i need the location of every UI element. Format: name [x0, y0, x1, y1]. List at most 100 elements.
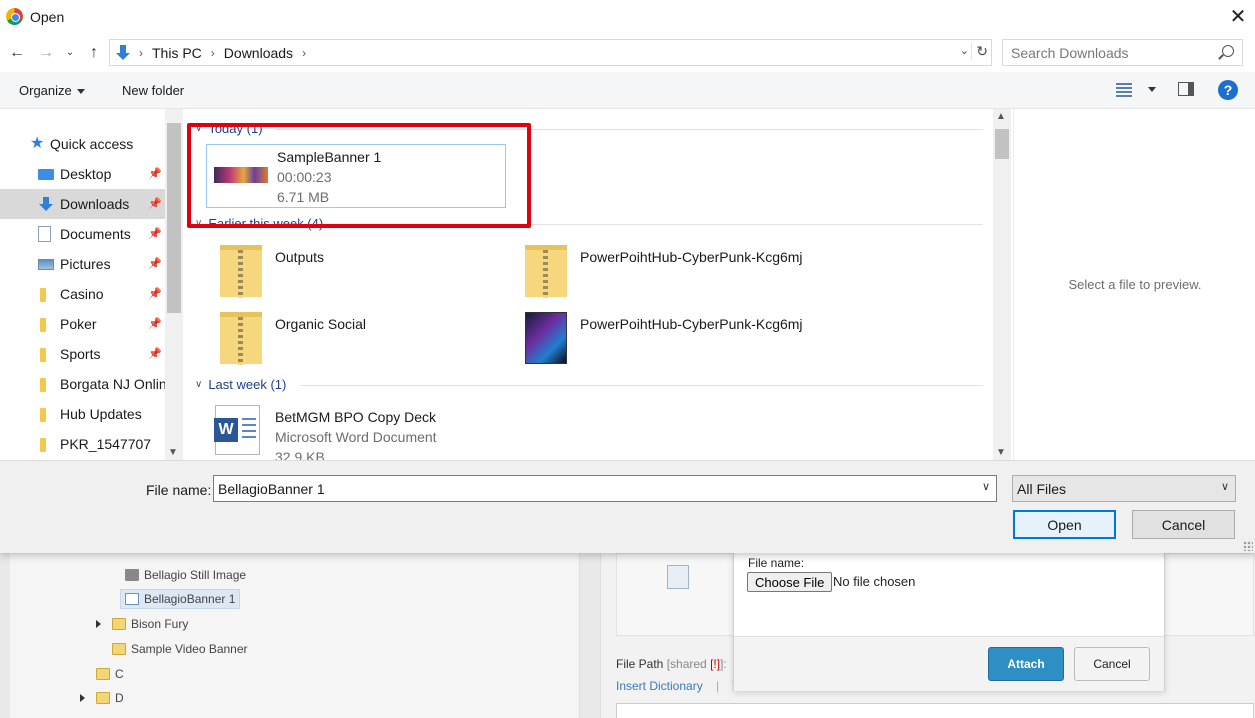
breadcrumb-separator-icon[interactable]: ›	[302, 46, 306, 60]
expand-arrow-icon[interactable]	[80, 694, 85, 702]
scrollbar-thumb[interactable]	[167, 123, 181, 313]
nav-item-pkr[interactable]: PKR_1547707	[0, 429, 165, 459]
tree-item-label: BellagioBanner 1	[144, 592, 236, 606]
pin-icon: 📌	[148, 318, 162, 330]
nav-item-desktop[interactable]: Desktop 📌	[0, 159, 165, 189]
nav-item-label: Desktop	[60, 166, 112, 182]
tree-item-label: Sample Video Banner	[131, 642, 248, 656]
chevron-down-icon: ∨	[1220, 481, 1229, 493]
breadcrumb-separator-icon[interactable]: ›	[139, 46, 143, 60]
folder-icon	[40, 438, 46, 452]
scroll-up-icon[interactable]: ▲	[996, 111, 1006, 122]
search-icon[interactable]	[1222, 45, 1234, 57]
nav-item-pictures[interactable]: Pictures 📌	[0, 249, 165, 279]
nav-item-hub-updates[interactable]: Hub Updates	[0, 399, 165, 429]
file-list-scrollbar[interactable]: ▲ ▼	[993, 109, 1011, 460]
nav-item-label: Quick access	[50, 136, 134, 152]
nav-item-downloads[interactable]: Downloads 📌	[0, 189, 165, 219]
folder-tile-cyberpunk[interactable]: PowerPoihtHub-CyberPunk-Kcg6mj	[510, 312, 810, 376]
group-header-today[interactable]: ∨ Today (1)	[195, 121, 263, 136]
file-name-combobox[interactable]: ∨	[213, 475, 997, 502]
download-icon	[116, 44, 130, 61]
tree-item-label: Bellagio Still Image	[144, 568, 247, 582]
new-folder-button[interactable]: New folder	[122, 83, 184, 98]
help-icon[interactable]: ?	[1218, 80, 1238, 100]
folder-tile-cyberpunk-zip[interactable]: PowerPoihtHub-CyberPunk-Kcg6mj	[510, 245, 810, 309]
nav-item-sports[interactable]: Sports 📌	[0, 339, 165, 369]
tree-item-label: Bison Fury	[131, 617, 189, 631]
choose-file-button[interactable]: Choose File	[747, 572, 833, 592]
folder-tile-outputs[interactable]: Outputs	[205, 245, 505, 309]
open-button[interactable]: Open	[1013, 510, 1116, 539]
folder-icon	[40, 348, 46, 362]
nav-item-borgata[interactable]: Borgata NJ Onlin	[0, 369, 167, 399]
group-header-last-week[interactable]: ∨ Last week (1)	[195, 377, 286, 392]
close-icon[interactable]: ✕	[1227, 4, 1249, 30]
chevron-down-icon[interactable]: ∨	[982, 480, 990, 493]
file-name-input[interactable]	[218, 476, 968, 501]
tree-item-bison-fury[interactable]: Bison Fury	[96, 614, 188, 634]
tree-item-bellagio-banner[interactable]: BellagioBanner 1	[120, 589, 241, 609]
tree-item-c[interactable]: C	[96, 664, 124, 684]
file-name: PowerPoihtHub-CyberPunk-Kcg6mj	[580, 249, 803, 265]
change-view-icon[interactable]	[1116, 83, 1132, 97]
attach-button[interactable]: Attach	[988, 647, 1064, 681]
scroll-down-icon[interactable]: ▼	[996, 447, 1006, 458]
pin-icon: 📌	[148, 258, 162, 270]
address-dropdown-icon[interactable]: ⌄	[960, 44, 969, 57]
nav-item-label: Casino	[60, 286, 104, 302]
scrollbar-thumb[interactable]	[995, 129, 1009, 159]
pin-icon: 📌	[148, 168, 162, 180]
file-tile-sample-banner[interactable]: SampleBanner 1 00:00:23 6.71 MB	[206, 144, 506, 208]
no-file-chosen-text: No file chosen	[833, 574, 916, 589]
file-path-warning[interactable]: [!]	[710, 657, 720, 671]
nav-item-casino[interactable]: Casino 📌	[0, 279, 165, 309]
preview-pane: Select a file to preview.	[1013, 109, 1255, 460]
file-tile-copy-deck[interactable]: W BetMGM BPO Copy Deck Microsoft Word Do…	[185, 405, 485, 460]
cancel-button[interactable]: Cancel	[1132, 510, 1235, 539]
search-box[interactable]	[1002, 39, 1243, 66]
organize-menu[interactable]: Organize	[19, 83, 85, 98]
background-links: Insert Dictionary | T	[616, 679, 740, 693]
recent-locations-chevron-icon[interactable]: ⌄	[61, 43, 79, 63]
scroll-down-icon[interactable]: ▼	[168, 447, 178, 458]
file-type-select[interactable]: All Files ∨	[1012, 475, 1236, 502]
back-arrow-icon[interactable]: ←	[8, 43, 26, 63]
group-header-earlier[interactable]: ∨ Earlier this week (4)	[195, 216, 323, 231]
file-name: Organic Social	[275, 316, 367, 332]
nav-item-label: Poker	[60, 316, 97, 332]
tree-item-d[interactable]: D	[80, 688, 124, 708]
nav-item-quick-access[interactable]: ★ Quick access	[0, 129, 165, 159]
search-input[interactable]	[1011, 40, 1211, 65]
forward-arrow-icon[interactable]: →	[37, 43, 55, 63]
word-document-icon: W	[214, 405, 260, 455]
folder-tile-organic-social[interactable]: Organic Social	[205, 312, 505, 376]
resize-grip-icon[interactable]	[1243, 541, 1253, 551]
breadcrumb-downloads[interactable]: Downloads	[224, 45, 293, 61]
insert-dictionary-link[interactable]: Insert Dictionary	[616, 679, 703, 693]
up-arrow-icon[interactable]: ↑	[85, 43, 103, 63]
address-bar[interactable]: › This PC › Downloads › ⌄ ↻	[109, 39, 992, 66]
expand-arrow-icon[interactable]	[96, 620, 101, 628]
link-separator: |	[716, 679, 720, 693]
breadcrumb-separator-icon[interactable]: ›	[211, 46, 215, 60]
attach-cancel-button[interactable]: Cancel	[1074, 647, 1150, 681]
file-type-value: All Files	[1017, 481, 1067, 497]
view-options-caret-icon[interactable]	[1148, 87, 1156, 92]
group-divider	[335, 224, 983, 225]
file-path-label: File Path [shared [!]]:	[616, 657, 727, 671]
documents-icon	[38, 226, 51, 242]
tree-item-still-image[interactable]: Bellagio Still Image	[125, 565, 246, 585]
dialog-title: Open	[30, 9, 65, 25]
tree-item-sample-video[interactable]: Sample Video Banner	[112, 639, 248, 659]
open-file-dialog: Open ✕ ← → ⌄ ↑ › This PC › Downloads › ⌄…	[0, 0, 1255, 553]
preview-pane-icon[interactable]	[1178, 82, 1194, 96]
file-path-text: File Path	[616, 657, 664, 671]
nav-item-documents[interactable]: Documents 📌	[0, 219, 165, 249]
breadcrumb-this-pc[interactable]: This PC	[152, 45, 202, 61]
file-duration: 00:00:23	[277, 169, 332, 185]
refresh-icon[interactable]: ↻	[971, 43, 988, 60]
background-textbox[interactable]	[616, 703, 1254, 718]
navigation-scrollbar[interactable]: ▼	[165, 109, 183, 460]
nav-item-poker[interactable]: Poker 📌	[0, 309, 165, 339]
